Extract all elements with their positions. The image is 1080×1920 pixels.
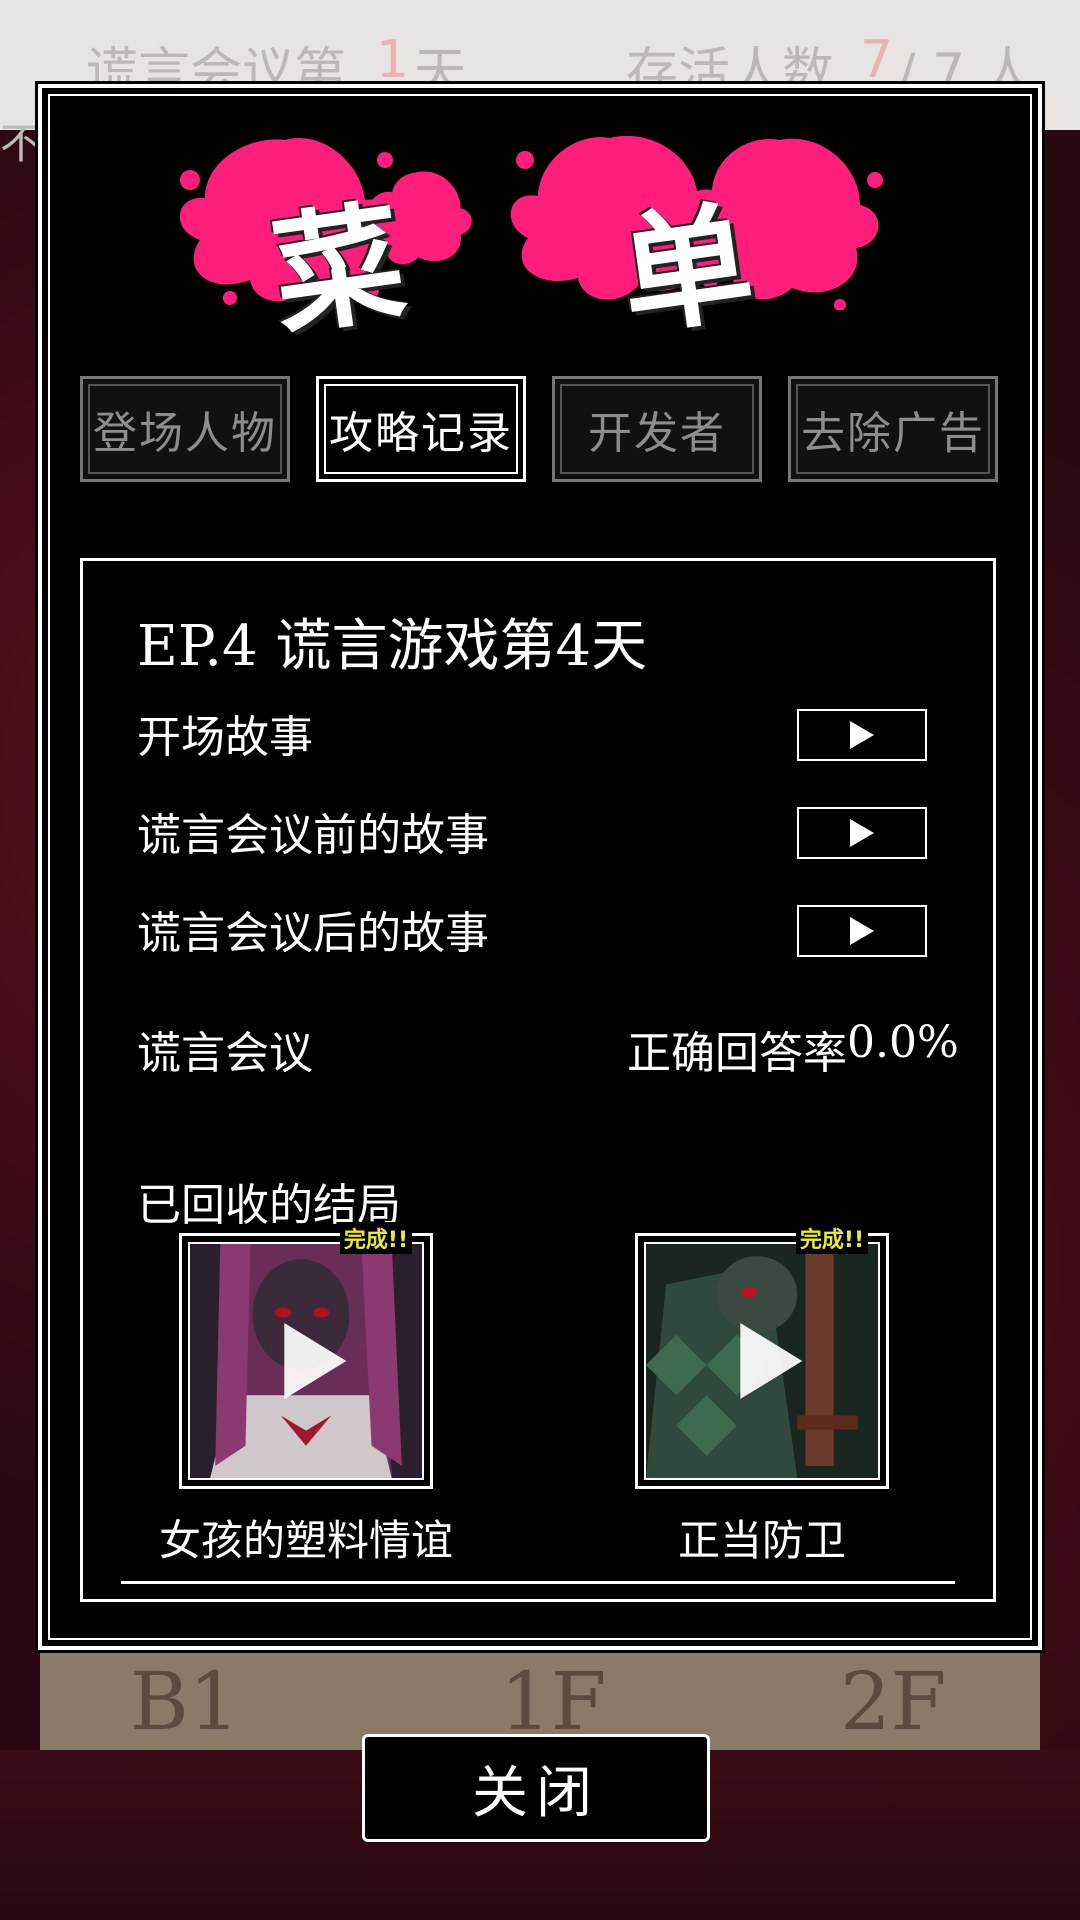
tab-characters[interactable]: 登场人物 (80, 376, 290, 482)
tab-walkthrough-record[interactable]: 攻略记录 (316, 376, 526, 482)
floor-b1: B1 (130, 1655, 240, 1748)
floor-2f: 2F (840, 1655, 947, 1748)
story-label-before-meeting: 谎言会议前的故事 (137, 810, 489, 861)
ending-card-1[interactable]: 完成!! (179, 1222, 433, 1489)
play-icon (850, 721, 874, 749)
menu-title-char-1: 菜 (263, 185, 414, 355)
ending-thumbnail (188, 1242, 424, 1480)
play-icon (850, 917, 874, 945)
tab-developers[interactable]: 开发者 (552, 376, 762, 482)
ending-name-2: 正当防卫 (677, 1516, 846, 1565)
complete-badge: 完成!! (339, 1222, 412, 1254)
ending-card-2[interactable]: 完成!! (635, 1222, 889, 1489)
meeting-label: 谎言会议 (137, 1028, 313, 1079)
accuracy-value: 0.0% (847, 1017, 959, 1068)
alive-count-number: 7 (860, 30, 894, 90)
meeting-day-number: 1 (376, 30, 410, 90)
record-panel: EP.4 谎言游戏第4天 开场故事 谎言会议前的故事 谎言会议后的故事 谎言会议… (80, 558, 996, 1602)
episode-title: EP.4 谎言游戏第4天 (137, 614, 648, 679)
story-label-after-meeting: 谎言会议后的故事 (137, 908, 489, 959)
play-before-meeting-story-button[interactable] (797, 807, 927, 859)
play-after-meeting-story-button[interactable] (797, 905, 927, 957)
play-icon (284, 1323, 347, 1399)
tab-remove-ads[interactable]: 去除广告 (788, 376, 998, 482)
menu-title: 菜 单 (160, 110, 883, 354)
play-opening-story-button[interactable] (797, 709, 927, 761)
close-button[interactable]: 关闭 (362, 1734, 710, 1842)
play-icon (850, 819, 874, 847)
accuracy-label: 正确回答率 (627, 1028, 847, 1079)
panel-divider (121, 1581, 955, 1584)
story-label-opening: 开场故事 (137, 712, 313, 763)
menu-tabs: 登场人物 攻略记录 开发者 去除广告 (80, 376, 1000, 486)
complete-badge: 完成!! (795, 1222, 868, 1254)
play-icon (740, 1323, 803, 1399)
ending-name-1: 女孩的塑料情谊 (158, 1516, 453, 1565)
ending-thumbnail (644, 1242, 880, 1480)
menu-title-char-2: 单 (611, 185, 762, 355)
